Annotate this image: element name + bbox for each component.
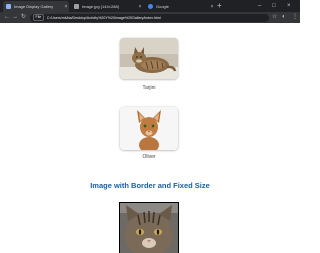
browser-toolbar: ← → ↻ File C:/Users/mk/ba/Desktop/Activi…	[0, 12, 300, 23]
forward-icon[interactable]: →	[12, 13, 18, 22]
gallery-caption-oliver: Oliver	[142, 154, 156, 160]
cat-photo	[120, 107, 178, 150]
page-content: Tarjini Oliver Image with Border and Fix…	[0, 23, 300, 253]
tab-favicon-icon	[148, 4, 153, 9]
tab-title: Image.jpg (144×288)	[82, 4, 120, 9]
tab-image-jpg[interactable]: Image.jpg (144×288) ×	[71, 1, 143, 12]
maximize-icon[interactable]: □	[272, 1, 276, 11]
gallery-image-oliver	[120, 107, 178, 150]
address-bar[interactable]: File C:/Users/mk/ba/Desktop/Activity%20Y…	[30, 13, 269, 22]
cat-photo	[120, 38, 178, 79]
tab-image-display-gallery[interactable]: Image Display Gallery ×	[3, 1, 69, 12]
site-info-badge[interactable]: File	[33, 14, 44, 21]
reload-icon[interactable]: ↻	[21, 13, 26, 22]
menu-icon[interactable]: ⋮	[292, 13, 298, 22]
cat-photo	[120, 203, 178, 253]
new-tab-button[interactable]: +	[217, 1, 222, 11]
tab-favicon-icon	[6, 4, 11, 9]
gallery-image-tarjini	[120, 38, 178, 79]
profile-icon[interactable]: ◐	[282, 13, 286, 22]
tab-google[interactable]: Google ×	[145, 1, 215, 12]
tab-title: Image Display Gallery	[14, 4, 54, 9]
tab-close-icon[interactable]: ×	[209, 4, 215, 10]
url-text: C:/Users/mk/ba/Desktop/Activity%20Y%20Im…	[46, 15, 161, 20]
tab-title: Google	[156, 4, 169, 9]
tab-close-icon[interactable]: ×	[137, 4, 143, 10]
bordered-fixed-image	[119, 202, 179, 253]
back-icon[interactable]: ←	[4, 13, 10, 22]
bookmark-star-icon[interactable]: ☆	[272, 13, 277, 22]
section-heading: Image with Border and Fixed Size	[90, 181, 210, 190]
tab-favicon-icon	[74, 4, 79, 9]
close-window-icon[interactable]: ×	[287, 1, 291, 11]
minimize-icon[interactable]: –	[258, 1, 261, 11]
tab-strip: Image Display Gallery × Image.jpg (144×2…	[0, 0, 300, 12]
tab-close-icon[interactable]: ×	[63, 4, 69, 10]
gallery-caption-tarjini: Tarjini	[142, 85, 156, 91]
